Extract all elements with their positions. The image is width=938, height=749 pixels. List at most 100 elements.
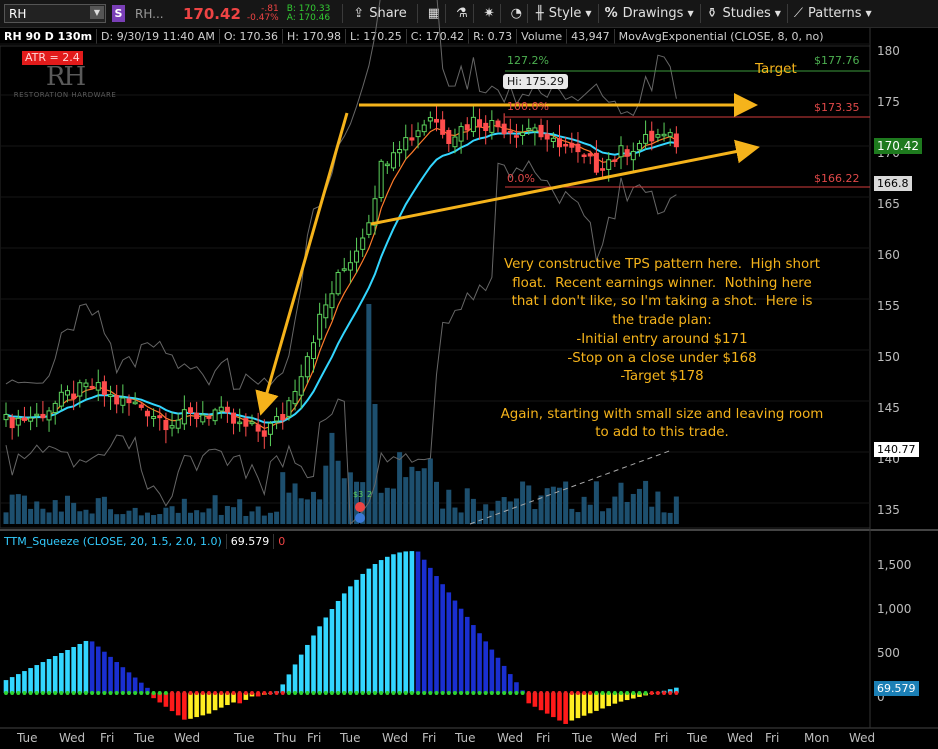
squeeze-dot [422, 691, 427, 695]
volume-bar [538, 495, 544, 524]
squeeze-axis-label: 1,000 [877, 602, 912, 616]
volume-bar [618, 482, 624, 524]
squeeze-dot [151, 691, 156, 695]
up-candle [421, 124, 427, 133]
high-bubble: Hi: 175.29 [503, 74, 569, 89]
volume-bar [335, 460, 341, 524]
volume-bar [575, 512, 581, 524]
time-axis-label: Fri [654, 731, 669, 745]
up-candle [292, 391, 298, 405]
squeeze-dot [606, 691, 611, 695]
squeeze-dot [250, 691, 254, 695]
squeeze-dot [194, 691, 199, 695]
down-candle [495, 120, 501, 128]
squeeze-dot [631, 691, 636, 695]
last-price-tag: 170.42 [874, 138, 922, 154]
logo-text: RESTORATION HARDWARE [13, 91, 117, 99]
up-candle [304, 356, 310, 378]
volume-bar [341, 478, 347, 524]
down-candle [206, 416, 212, 419]
squeeze-dot [213, 691, 218, 695]
squeeze-bar [360, 573, 365, 693]
up-candle [77, 382, 83, 397]
squeeze-dot [612, 691, 617, 695]
volume-bar [434, 481, 439, 524]
volume-bar [600, 511, 606, 524]
squeeze-study-label[interactable]: TTM_Squeeze (CLOSE, 20, 1.5, 2.0, 1.0) [0, 534, 227, 549]
up-candle [415, 130, 421, 138]
price-axis-label: 150 [877, 350, 900, 364]
volume-bar [581, 496, 587, 524]
up-candle [28, 417, 34, 422]
volume-bar [667, 512, 673, 524]
level-tag-140: 140.77 [874, 442, 919, 457]
down-candle [600, 168, 606, 171]
squeeze-bar [403, 551, 409, 693]
squeeze-bar [409, 551, 415, 693]
volume-bar [255, 506, 261, 524]
squeeze-dot [34, 691, 39, 695]
squeeze-dot [90, 691, 95, 695]
squeeze-bar [464, 616, 470, 693]
volume-marker-count: 2 [367, 490, 373, 499]
squeeze-bar [397, 552, 402, 693]
squeeze-dot [649, 691, 654, 695]
squeeze-dot [200, 691, 205, 695]
squeeze-dot [133, 691, 138, 695]
volume-bar [175, 512, 181, 524]
volume-bar [237, 499, 243, 524]
squeeze-dot [83, 691, 88, 695]
time-axis-label: Wed [497, 731, 524, 745]
squeeze-dot [40, 691, 45, 695]
squeeze-bar [538, 693, 544, 711]
up-candle [372, 198, 378, 226]
price-axis-label: 165 [877, 197, 900, 211]
squeeze-bar [415, 551, 421, 693]
squeeze-dot [637, 691, 642, 695]
price-axis-label: 175 [877, 95, 900, 109]
squeeze-dot [440, 691, 445, 695]
down-candle [114, 395, 120, 405]
up-candle [458, 126, 464, 142]
up-candle [630, 150, 636, 161]
squeeze-bar [551, 693, 556, 718]
squeeze-bar [77, 643, 83, 693]
level-tag-166: 166.8 [874, 176, 912, 191]
squeeze-bar [46, 659, 52, 693]
up-candle [655, 134, 661, 138]
squeeze-dot [471, 691, 476, 695]
down-candle [157, 415, 163, 419]
note-line: Very constructive TPS pattern here. High… [504, 257, 820, 272]
volume-bar [661, 512, 667, 524]
squeeze-dot [280, 691, 285, 695]
volume-bar [612, 496, 618, 524]
squeeze-dot [582, 691, 587, 695]
down-candle [624, 149, 630, 157]
volume-bar [569, 508, 575, 524]
up-candle [274, 416, 280, 422]
volume-bar [163, 507, 169, 524]
volume-bar [421, 468, 427, 524]
up-candle [384, 163, 390, 167]
up-candle [181, 409, 187, 425]
squeeze-axis-label: 500 [877, 646, 900, 660]
measured-move-arrow [255, 112, 349, 416]
squeeze-dot [317, 691, 322, 695]
squeeze-bar [557, 693, 562, 721]
down-candle [21, 417, 27, 421]
squeeze-dot [182, 691, 187, 695]
squeeze-dot [256, 691, 261, 695]
squeeze-bar [95, 646, 101, 693]
squeeze-bar [495, 657, 501, 693]
time-axis-label: Wed [727, 731, 754, 745]
up-candle [323, 304, 329, 319]
volume-bar [557, 487, 562, 524]
squeeze-dot [674, 691, 679, 695]
volume-bar [120, 514, 126, 524]
squeeze-dot [373, 691, 377, 695]
note-line: Again, starting with small size and leav… [500, 406, 824, 422]
down-candle [673, 133, 679, 148]
volume-bar [34, 501, 40, 524]
squeeze-dot [409, 691, 414, 695]
squeeze-dot [299, 691, 304, 695]
